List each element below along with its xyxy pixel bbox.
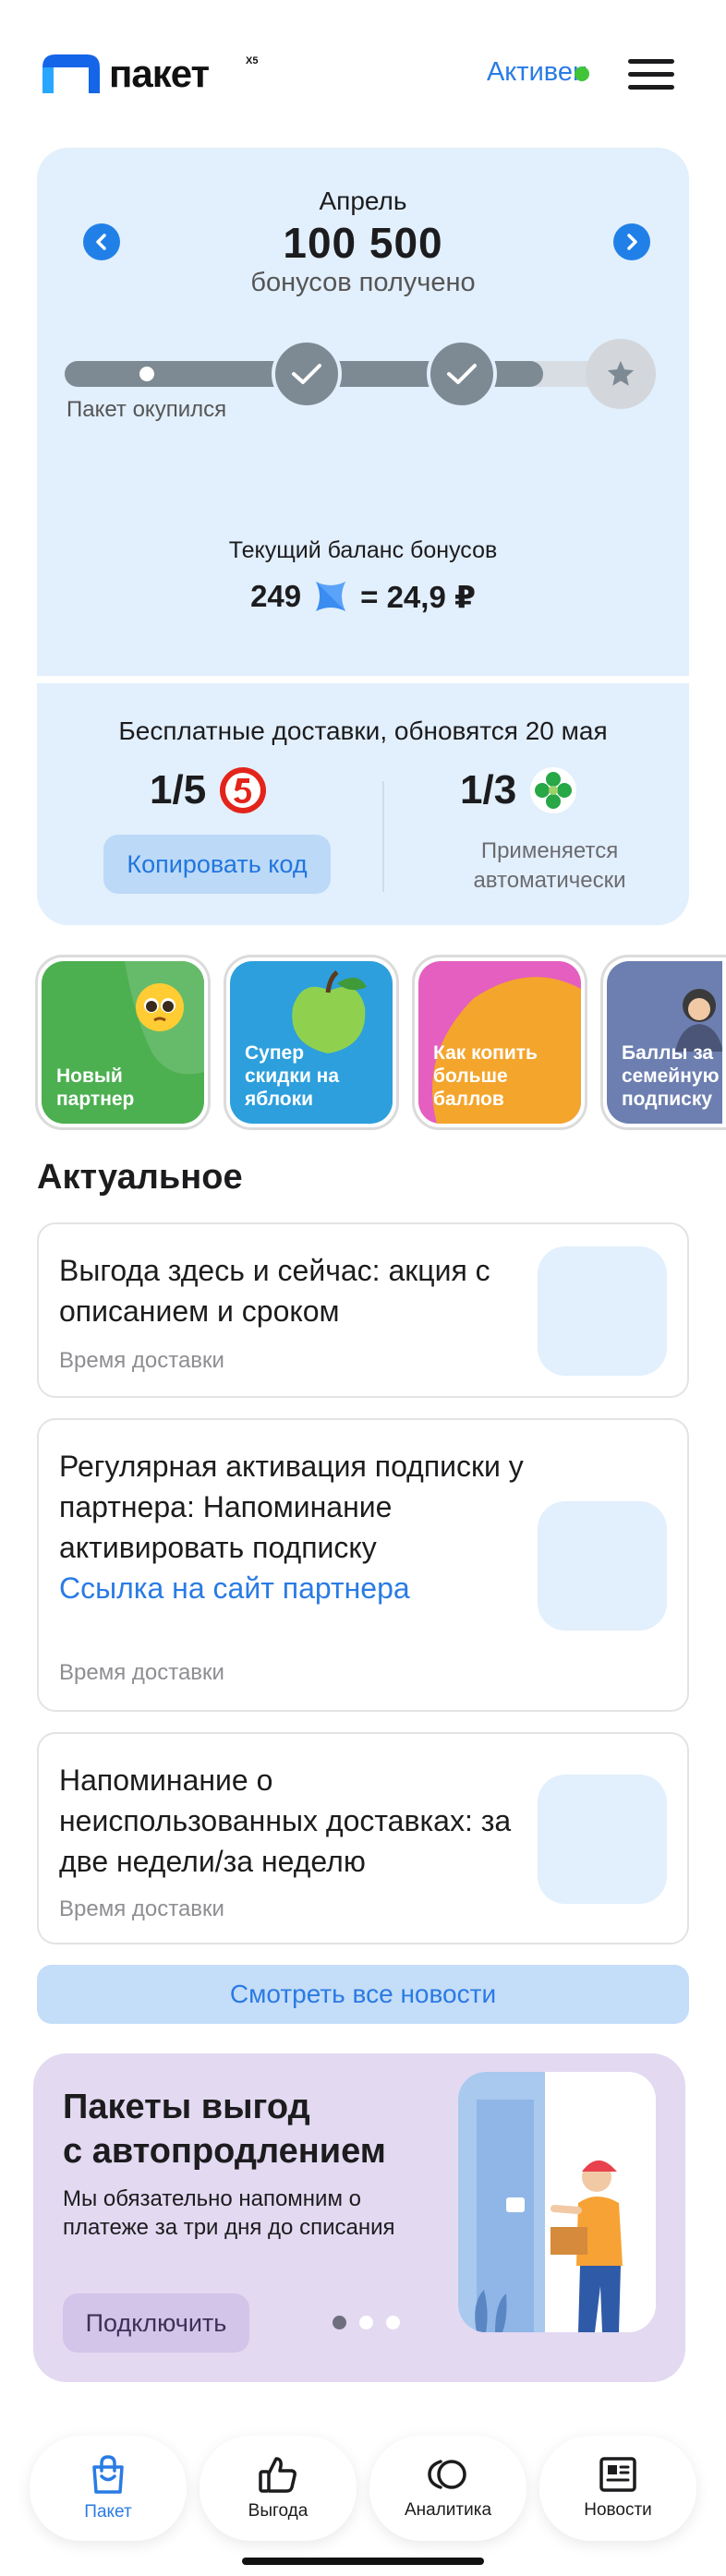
tab-paket[interactable]: Пакет bbox=[30, 2436, 187, 2541]
menu-button[interactable] bbox=[628, 59, 674, 90]
subscription-status: Активен bbox=[486, 57, 587, 87]
tab-news[interactable]: Новости bbox=[539, 2436, 696, 2541]
tab-label: Новости bbox=[584, 2500, 652, 2520]
news-meta: Время доставки bbox=[59, 1348, 224, 1373]
tab-analytics[interactable]: Аналитика bbox=[369, 2436, 526, 2541]
milestone-3-star-icon bbox=[586, 339, 656, 409]
logo-icon bbox=[42, 54, 100, 93]
tab-label: Пакет bbox=[84, 2502, 132, 2522]
perekrestok-count: 1/3 bbox=[460, 767, 517, 813]
bonus-coin-icon bbox=[316, 582, 346, 611]
carousel-pagination[interactable] bbox=[333, 2316, 400, 2329]
promo-title-line-1: Пакеты выгод bbox=[63, 2088, 310, 2126]
pyaterochka-logo-icon bbox=[220, 767, 267, 813]
newspaper-icon bbox=[599, 2457, 636, 2492]
balance-points: 249 bbox=[250, 579, 302, 613]
month-label: Апрель bbox=[319, 187, 407, 215]
bonus-amount: 100 500 bbox=[283, 219, 443, 267]
home-indicator bbox=[242, 2558, 484, 2565]
news-text: Выгода здесь и сейчас: акция с описанием… bbox=[59, 1254, 490, 1328]
carousel-dot-3[interactable] bbox=[386, 2316, 400, 2329]
deliveries-divider bbox=[382, 781, 384, 892]
thumbs-up-icon bbox=[259, 2457, 296, 2493]
bonus-amount-caption: бонусов получено bbox=[250, 268, 476, 297]
logo-badge: X5 bbox=[246, 55, 259, 66]
promo-title: Пакеты выгод с автопродлением bbox=[63, 2085, 386, 2173]
courier-illustration bbox=[458, 2072, 656, 2332]
tab-vygoda[interactable]: Выгода bbox=[200, 2436, 357, 2541]
promo-title-line-2: с автопродлением bbox=[63, 2132, 386, 2171]
story-family-subscription[interactable]: Баллы за семейную подписку bbox=[600, 955, 726, 1130]
news-thumbnail bbox=[538, 1775, 667, 1904]
balance-rub: = 24,9 ₽ bbox=[360, 579, 476, 614]
pleading-face-emoji-icon bbox=[136, 983, 184, 1031]
milestone-2-check-icon bbox=[427, 339, 497, 409]
story-apple-discounts[interactable]: Супер скидки на яблоки bbox=[224, 955, 399, 1130]
copy-code-button[interactable]: Копировать код bbox=[103, 835, 331, 894]
analytics-icon bbox=[428, 2460, 466, 2489]
connect-button[interactable]: Подключить bbox=[63, 2293, 249, 2353]
story-label: Как копить больше баллов bbox=[433, 1042, 538, 1110]
perekrestok-counter: 1/3 bbox=[460, 766, 577, 814]
courier-at-door-icon bbox=[458, 2072, 656, 2332]
news-text: Напоминание о неиспользованных доставках… bbox=[59, 1763, 512, 1878]
news-card[interactable]: Регулярная активация подписки у партнера… bbox=[37, 1418, 689, 1712]
promo-description: Мы обязательно напомним о платеже за три… bbox=[63, 2186, 395, 2240]
news-card[interactable]: Выгода здесь и сейчас: акция с описанием… bbox=[37, 1222, 689, 1398]
logo-text: пакет bbox=[109, 52, 210, 95]
tab-label: Выгода bbox=[248, 2501, 309, 2521]
progress-start-marker bbox=[137, 364, 157, 384]
perekrestok-logo-icon bbox=[530, 767, 577, 813]
story-save-more-points[interactable]: Как копить больше баллов bbox=[412, 955, 587, 1130]
carousel-dot-2[interactable] bbox=[359, 2316, 373, 2329]
logo: пакет bbox=[42, 52, 210, 96]
bag-icon bbox=[92, 2455, 124, 2494]
milestone-1-check-icon bbox=[272, 339, 342, 409]
free-deliveries-title: Бесплатные доставки, обновятся 20 мая bbox=[118, 716, 608, 745]
balance-row: 249 = 24,9 ₽ bbox=[37, 576, 689, 617]
news-meta: Время доставки bbox=[59, 1660, 224, 1685]
pyaterochka-count: 1/5 bbox=[150, 767, 207, 813]
story-label: Супер скидки на яблоки bbox=[245, 1042, 340, 1110]
balance-label: Текущий баланс бонусов bbox=[228, 537, 498, 563]
story-label: Новый партнер bbox=[56, 1065, 135, 1110]
pyaterochka-counter: 1/5 bbox=[150, 766, 267, 814]
all-news-button[interactable]: Смотреть все новости bbox=[37, 1965, 689, 2024]
news-meta: Время доставки bbox=[59, 1896, 224, 1921]
story-label: Баллы за семейную подписку bbox=[622, 1042, 720, 1110]
news-card[interactable]: Напоминание о неиспользованных доставках… bbox=[37, 1732, 689, 1944]
person-illustration-icon bbox=[675, 989, 722, 1052]
auto-apply-note: Применяется автоматически bbox=[473, 838, 626, 893]
news-body: Регулярная активация подписки у партнера… bbox=[59, 1450, 524, 1564]
status-dot-icon bbox=[575, 66, 589, 81]
tab-label: Аналитика bbox=[404, 2500, 492, 2520]
carousel-dot-1[interactable] bbox=[333, 2316, 346, 2329]
news-thumbnail bbox=[538, 1246, 667, 1376]
partner-site-link[interactable]: Ссылка на сайт партнера bbox=[59, 1571, 410, 1605]
news-thumbnail bbox=[538, 1501, 667, 1631]
news-section-title: Актуальное bbox=[37, 1158, 243, 1197]
news-text: Регулярная активация подписки у партнера… bbox=[59, 1446, 539, 1608]
progress-label: Пакет окупился bbox=[67, 397, 227, 422]
story-new-partner[interactable]: Новый партнер bbox=[35, 955, 211, 1130]
